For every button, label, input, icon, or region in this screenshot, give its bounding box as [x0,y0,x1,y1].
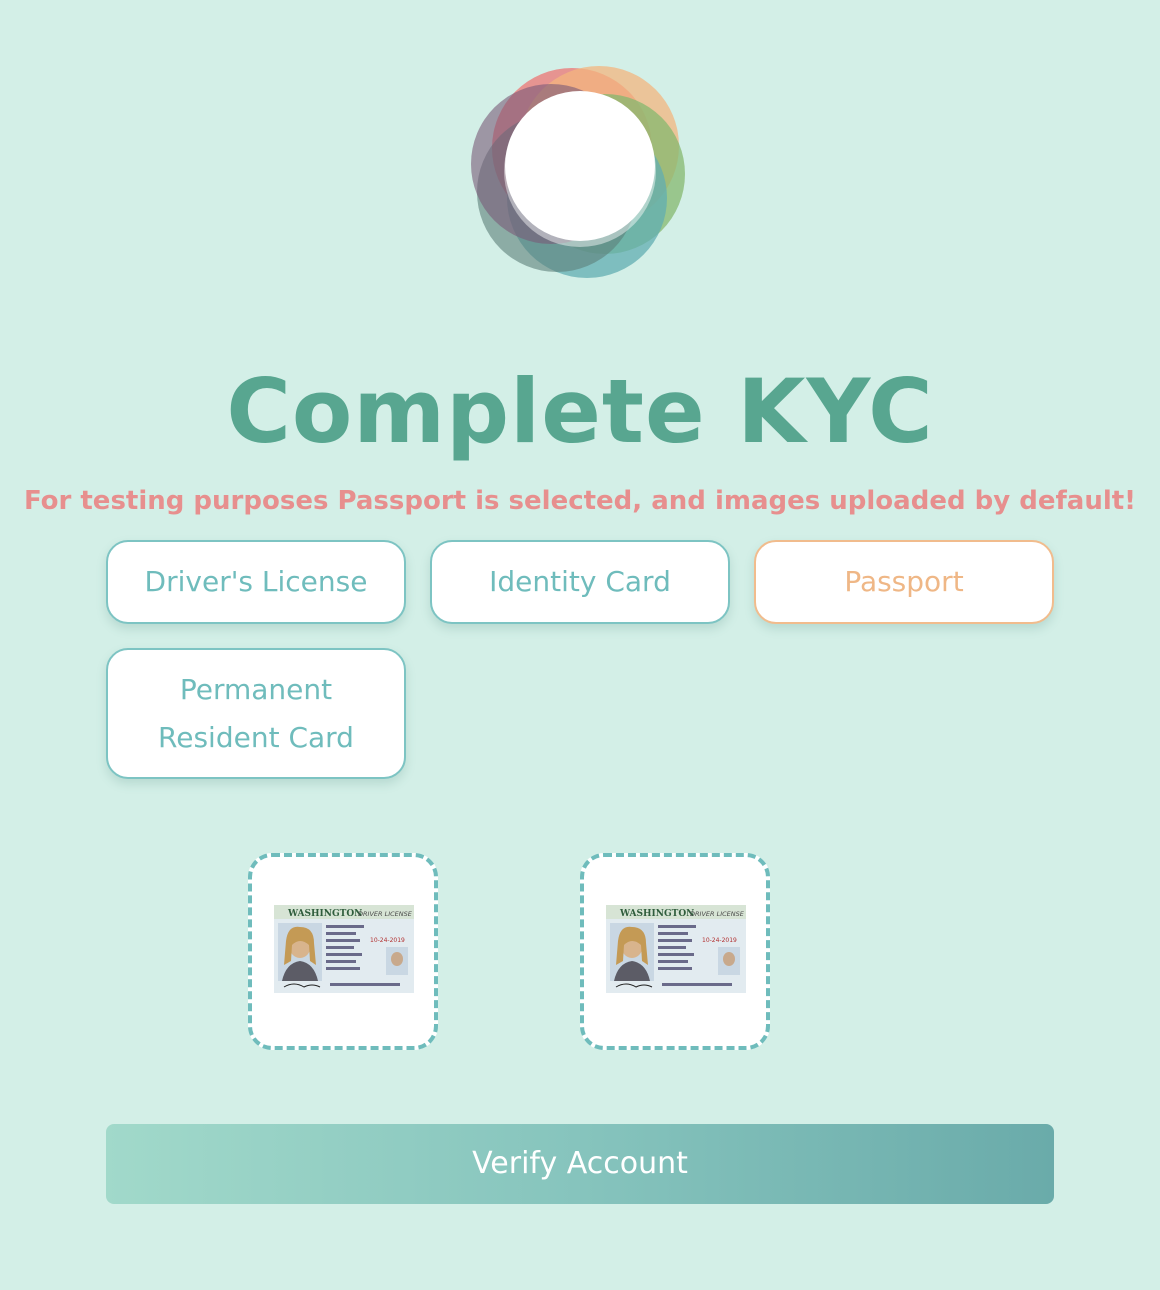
card-issue-date: 10-24-2019 [370,937,405,944]
page-title: Complete KYC [226,360,934,463]
doc-type-label: Permanent Resident Card [158,672,354,754]
id-card-thumbnail: WASHINGTON DRIVER LICENSE 10-24-2019 [606,905,746,993]
multicolor-ring-logo-icon [471,66,685,278]
card-state-text: WASHINGTON [619,909,694,919]
doc-type-label: Driver's License [144,565,368,598]
back-image-upload[interactable]: WASHINGTON DRIVER LICENSE 10-24-2019 [580,853,770,1050]
card-state-text: WASHINGTON [287,909,362,919]
doc-type-label: Passport [844,565,964,598]
doc-type-drivers-license-button[interactable]: Driver's License [106,540,406,624]
front-image-upload[interactable]: WASHINGTON DRIVER LICENSE 10-24-2019 [248,853,438,1050]
doc-type-label: Identity Card [489,565,671,598]
verify-account-button[interactable]: Verify Account [106,1124,1054,1204]
doc-type-passport-button[interactable]: Passport [754,540,1054,624]
doc-type-identity-card-button[interactable]: Identity Card [430,540,730,624]
doc-type-permanent-resident-card-button[interactable]: Permanent Resident Card [106,648,406,779]
testing-notice: For testing purposes Passport is selecte… [23,486,1137,516]
id-card-thumbnail: WASHINGTON DRIVER LICENSE 10-24-2019 [274,905,414,993]
card-issue-date: 10-24-2019 [702,937,737,944]
card-type-text: DRIVER LICENSE [690,910,745,918]
card-type-text: DRIVER LICENSE [358,910,413,918]
